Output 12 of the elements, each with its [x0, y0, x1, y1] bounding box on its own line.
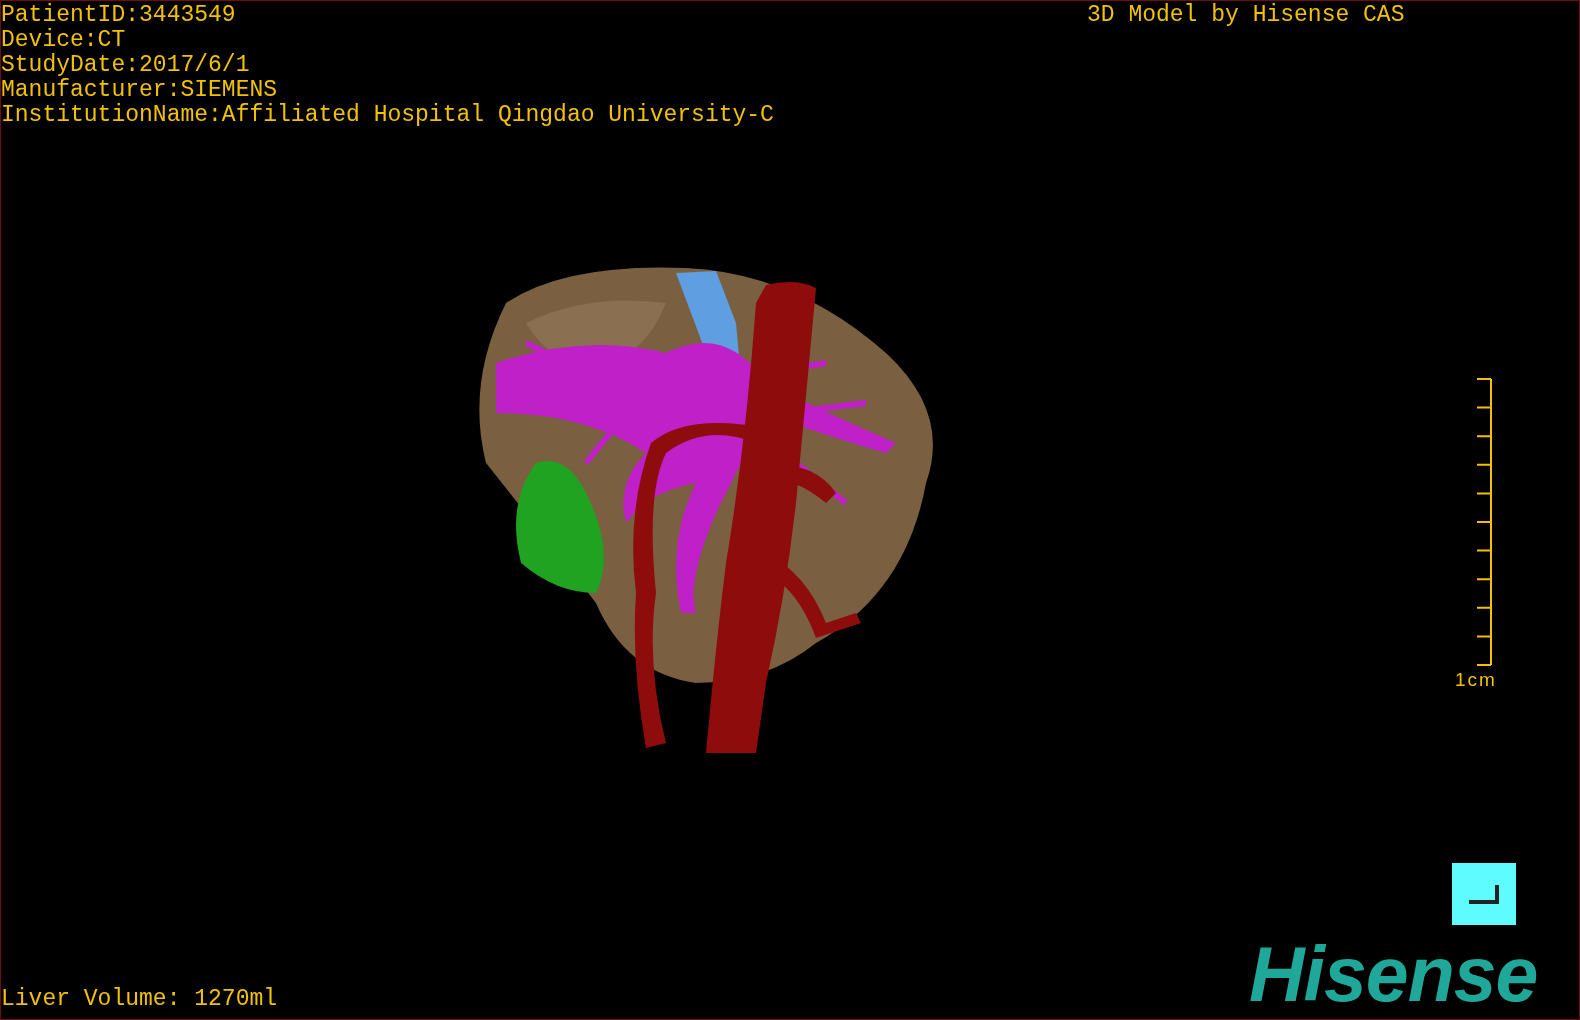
corner-toggle-button[interactable]	[1452, 863, 1516, 925]
scale-label: 1cm	[1455, 669, 1497, 691]
liver-volume-label: Liver Volume: 1270ml	[1, 987, 278, 1012]
corner-icon	[1467, 883, 1501, 905]
model-title: 3D Model by Hisense CAS	[1087, 3, 1405, 28]
brand-logo: Hisense	[1249, 938, 1538, 1010]
scale-ruler-icon	[1474, 378, 1494, 668]
info-line: Manufacturer:SIEMENS	[1, 78, 279, 103]
info-line: Device:CT	[1, 28, 127, 53]
info-line: PatientID:3443549	[1, 3, 237, 28]
info-line: InstitutionName:Affiliated Hospital Qingdao University-C	[1, 103, 774, 128]
info-line: StudyDate:2017/6/1	[1, 53, 251, 78]
